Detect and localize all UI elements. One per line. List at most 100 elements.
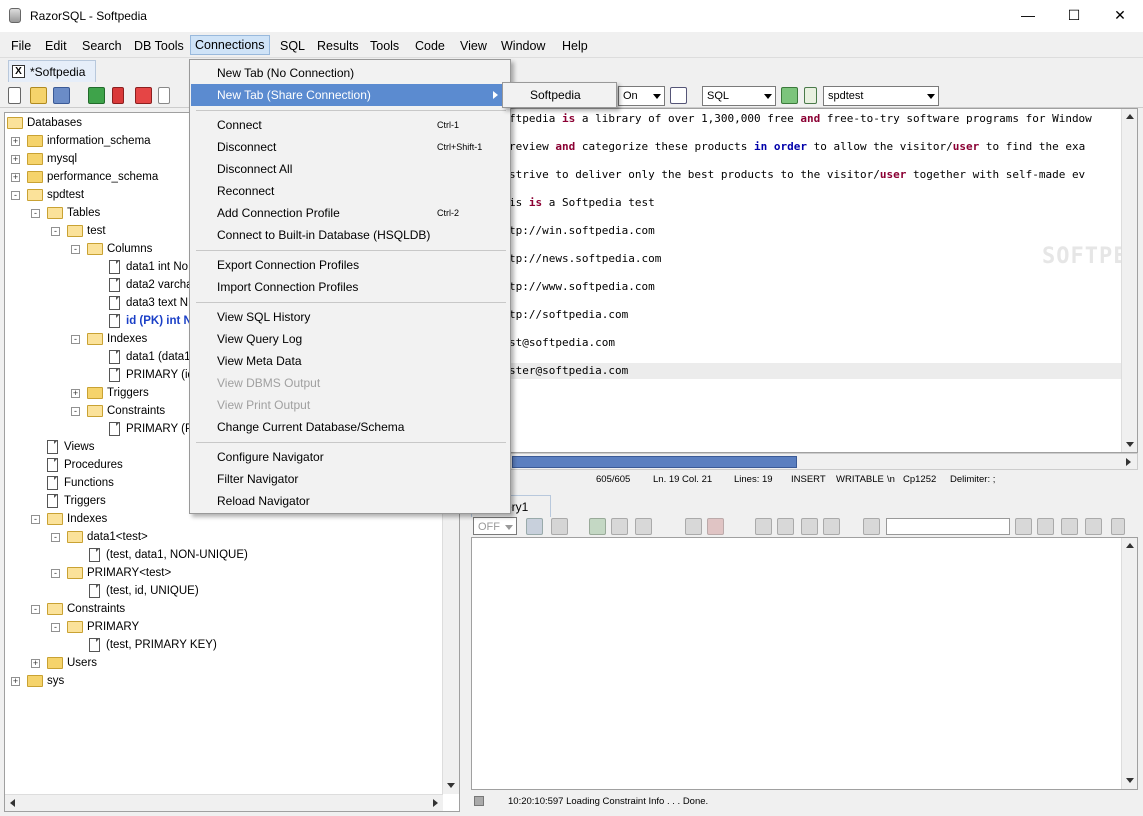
- menu-item-reconnect[interactable]: Reconnect: [191, 180, 509, 202]
- menu-item-filter-navigator[interactable]: Filter Navigator: [191, 468, 509, 490]
- menu-db-tools[interactable]: DB Tools: [130, 36, 188, 56]
- menu-item-export-profiles[interactable]: Export Connection Profiles: [191, 254, 509, 276]
- tree-item[interactable]: information_schema: [27, 132, 151, 150]
- collapse-icon[interactable]: -: [71, 407, 80, 416]
- collapse-icon[interactable]: -: [51, 227, 60, 236]
- tree-item[interactable]: Tables: [47, 204, 100, 222]
- tree-item[interactable]: Views: [47, 438, 94, 456]
- tree-item[interactable]: performance_schema: [27, 168, 158, 186]
- collapse-icon[interactable]: -: [11, 191, 20, 200]
- menu-item-add-connection-profile[interactable]: Add Connection Profile Ctrl-2: [191, 202, 509, 224]
- settings-icon[interactable]: [1061, 518, 1078, 535]
- save-results-icon[interactable]: [526, 518, 543, 535]
- autocommit-combo[interactable]: On: [618, 86, 665, 106]
- connect-icon[interactable]: [88, 87, 105, 104]
- off-combo[interactable]: OFF: [473, 517, 517, 535]
- stop-icon[interactable]: [135, 87, 152, 104]
- tree-item[interactable]: Triggers: [87, 384, 149, 402]
- tree-item[interactable]: data1<test>: [67, 528, 148, 546]
- menu-results[interactable]: Results: [313, 36, 363, 56]
- refresh-icon[interactable]: [781, 87, 798, 104]
- pin-icon[interactable]: [863, 518, 880, 535]
- table-icon[interactable]: [777, 518, 794, 535]
- insert-row-icon[interactable]: [685, 518, 702, 535]
- collapse-icon[interactable]: -: [51, 533, 60, 542]
- close-button[interactable]: ✕: [1097, 0, 1143, 30]
- tree-item[interactable]: PRIMARY: [67, 618, 139, 636]
- sheet-icon[interactable]: [804, 87, 817, 104]
- expand-icon[interactable]: +: [11, 137, 20, 146]
- filter-icon[interactable]: [551, 518, 568, 535]
- tree-item[interactable]: data1 (data1: [109, 348, 191, 366]
- collapse-icon[interactable]: -: [31, 515, 40, 524]
- tree-item[interactable]: Users: [47, 654, 97, 672]
- menu-item-connect-built-in-db[interactable]: Connect to Built-in Database (HSQLDB): [191, 224, 509, 246]
- export-icon[interactable]: [823, 518, 840, 535]
- scroll-right-icon[interactable]: [1126, 458, 1131, 466]
- minimize-button[interactable]: —: [1005, 0, 1051, 30]
- scroll-up-icon[interactable]: [1126, 543, 1134, 548]
- refresh-icon[interactable]: [589, 518, 606, 535]
- save-icon[interactable]: [53, 87, 70, 104]
- tree-item[interactable]: mysql: [27, 150, 77, 168]
- tree-item[interactable]: PRIMARY (id,: [109, 366, 197, 384]
- edit-icon[interactable]: [635, 518, 652, 535]
- menu-file[interactable]: File: [7, 36, 35, 56]
- tree-root[interactable]: Databases: [7, 114, 82, 132]
- menu-search[interactable]: Search: [78, 36, 126, 56]
- tree-item[interactable]: spdtest: [27, 186, 84, 204]
- tree-item[interactable]: data3 text N: [109, 294, 188, 312]
- tree-item[interactable]: Indexes: [87, 330, 147, 348]
- collapse-icon[interactable]: -: [31, 209, 40, 218]
- editor-horizontal-scrollbar[interactable]: [471, 453, 1138, 470]
- collapse-icon[interactable]: -: [71, 245, 80, 254]
- copy-icon[interactable]: [801, 518, 818, 535]
- tree-item[interactable]: (test, PRIMARY KEY): [89, 636, 217, 654]
- tree-item[interactable]: PRIMARY (PR: [109, 420, 201, 438]
- menu-item-new-tab-share-connection[interactable]: New Tab (Share Connection): [191, 84, 509, 106]
- tree-item[interactable]: Functions: [47, 474, 114, 492]
- menu-help[interactable]: Help: [558, 36, 592, 56]
- expand-icon[interactable]: +: [11, 677, 20, 686]
- grid-icon[interactable]: [755, 518, 772, 535]
- menu-sql[interactable]: SQL: [276, 36, 309, 56]
- tree-item[interactable]: Constraints: [87, 402, 165, 420]
- sql-editor[interactable]: ftpedia is a library of over 1,300,000 f…: [471, 108, 1138, 453]
- tree-item[interactable]: sys: [27, 672, 64, 690]
- menu-window[interactable]: Window: [497, 36, 549, 56]
- collapse-icon[interactable]: -: [51, 569, 60, 578]
- scroll-down-icon[interactable]: [1126, 442, 1134, 447]
- menu-item-import-profiles[interactable]: Import Connection Profiles: [191, 276, 509, 298]
- submenu-item-softpedia[interactable]: Softpedia: [530, 88, 581, 102]
- menu-edit[interactable]: Edit: [41, 36, 71, 56]
- database-combo[interactable]: spdtest: [823, 86, 939, 106]
- expand-icon[interactable]: +: [11, 173, 20, 182]
- tree-item[interactable]: Constraints: [47, 600, 125, 618]
- tree-item[interactable]: data2 varcha: [109, 276, 193, 294]
- tree-item[interactable]: Indexes: [47, 510, 107, 528]
- expand-icon[interactable]: +: [71, 389, 80, 398]
- tree-item[interactable]: PRIMARY<test>: [67, 564, 171, 582]
- menu-item-disconnect-all[interactable]: Disconnect All: [191, 158, 509, 180]
- expand-icon[interactable]: +: [11, 155, 20, 164]
- menu-item-reload-navigator[interactable]: Reload Navigator: [191, 490, 509, 512]
- scroll-up-icon[interactable]: [1126, 114, 1134, 119]
- editor-vertical-scrollbar[interactable]: [1121, 109, 1137, 452]
- forward-icon[interactable]: [1037, 518, 1054, 535]
- results-search-input[interactable]: [886, 518, 1010, 535]
- tree-item[interactable]: Triggers: [47, 492, 106, 510]
- scroll-down-icon[interactable]: [1126, 778, 1134, 783]
- tree-item[interactable]: data1 int No: [109, 258, 188, 276]
- scroll-left-icon[interactable]: [10, 799, 15, 807]
- language-combo[interactable]: SQL: [702, 86, 776, 106]
- menu-tools[interactable]: Tools: [366, 36, 403, 56]
- menu-item-change-database[interactable]: Change Current Database/Schema: [191, 416, 509, 438]
- menu-item-view-meta-data[interactable]: View Meta Data: [191, 350, 509, 372]
- tree-horizontal-scrollbar[interactable]: [5, 794, 443, 811]
- scroll-down-icon[interactable]: [447, 783, 455, 788]
- collapse-icon[interactable]: -: [51, 623, 60, 632]
- tree-item[interactable]: (test, data1, NON-UNIQUE): [89, 546, 248, 564]
- tab-softpedia[interactable]: X *Softpedia: [8, 60, 96, 82]
- search-next-icon[interactable]: [1015, 518, 1032, 535]
- menu-item-configure-navigator[interactable]: Configure Navigator: [191, 446, 509, 468]
